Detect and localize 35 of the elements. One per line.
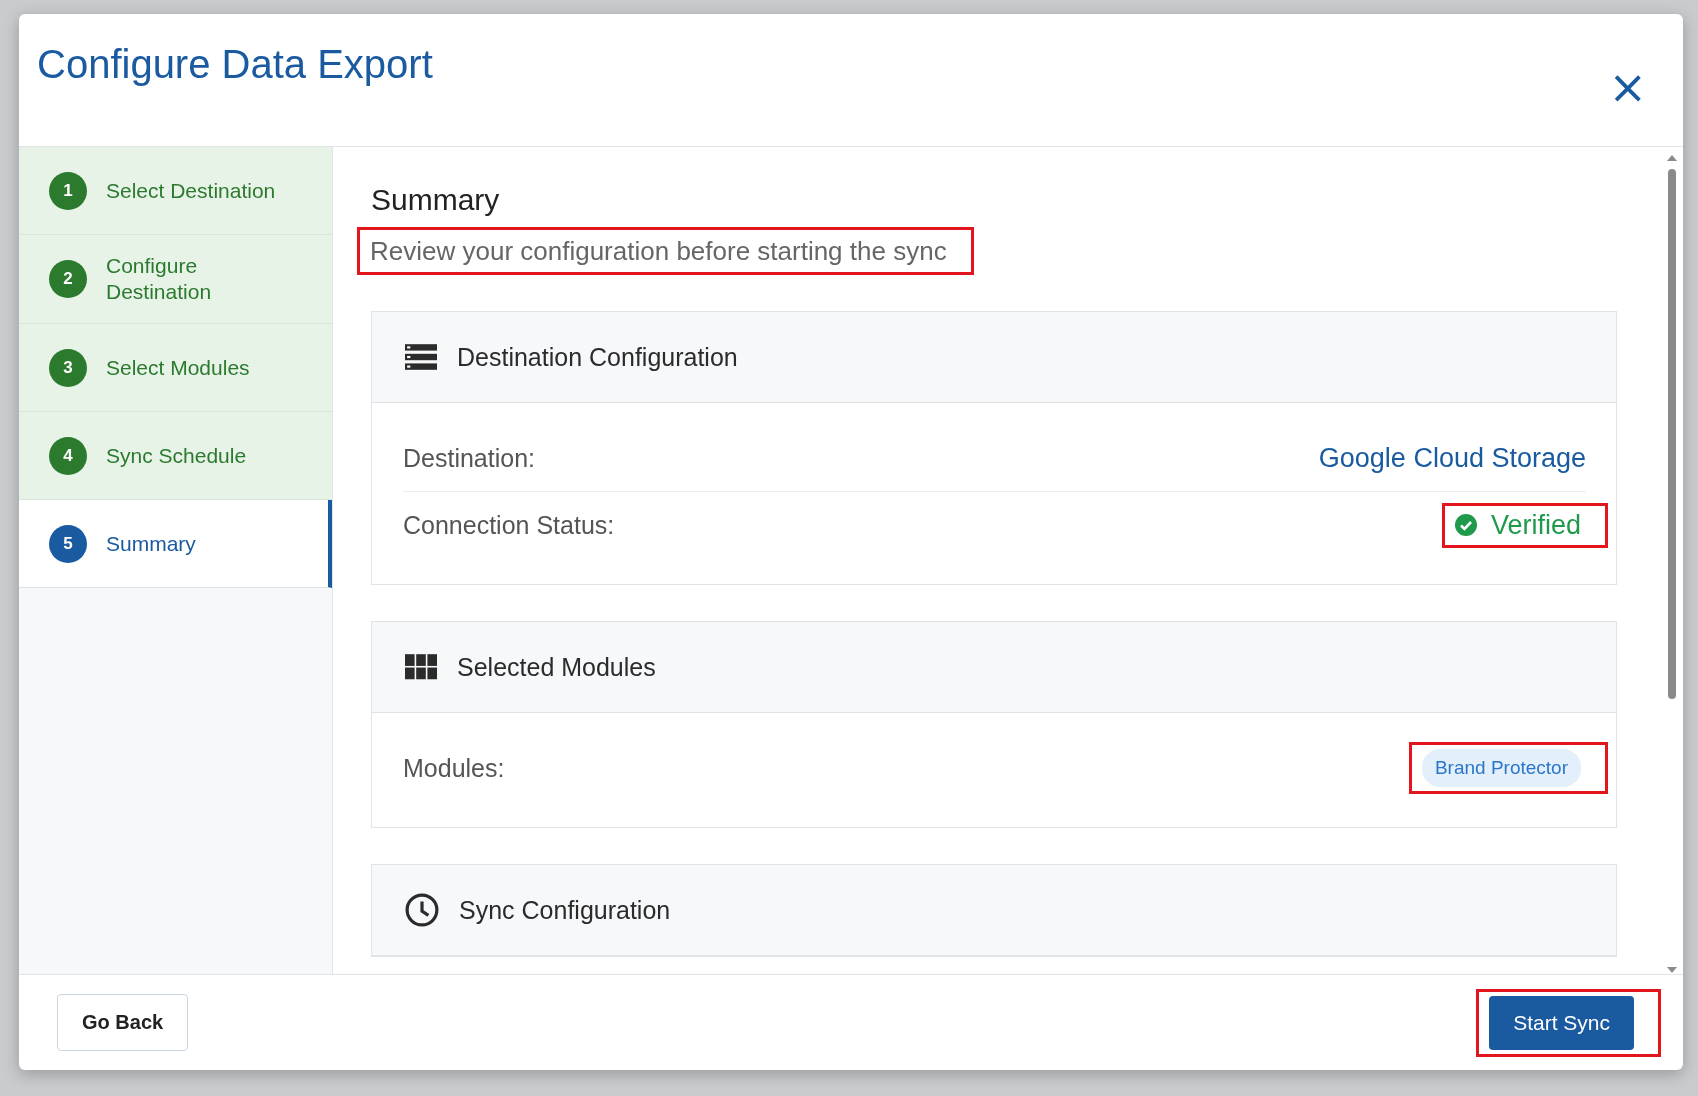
step-item[interactable]: 3 Select Modules	[19, 324, 332, 412]
card-title: Destination Configuration	[457, 342, 738, 372]
step-item[interactable]: 1 Select Destination	[19, 147, 332, 235]
status-text: Verified	[1490, 509, 1581, 541]
card-title: Sync Configuration	[459, 895, 671, 925]
start-sync-button[interactable]: Start Sync	[1489, 995, 1634, 1050]
step-number: 1	[49, 171, 87, 210]
step-number: 3	[49, 348, 87, 387]
destination-link[interactable]: Google Cloud Storage	[1318, 442, 1586, 474]
step-label: Select Modules	[106, 354, 250, 381]
list-icon	[405, 344, 437, 370]
step-item[interactable]: 4 Sync Schedule	[19, 412, 332, 500]
scrollbar[interactable]	[1665, 153, 1679, 974]
dialog-title: Configure Data Export	[37, 42, 433, 87]
clock-icon	[405, 893, 439, 927]
step-item[interactable]: 5 Summary	[19, 500, 332, 588]
module-tag: Brand Protector	[1421, 749, 1581, 787]
card-title: Selected Modules	[457, 652, 656, 682]
close-button[interactable]: ×	[1602, 64, 1653, 110]
step-number: 2	[49, 260, 87, 298]
check-circle-icon	[1454, 514, 1477, 536]
step-label: Sync Schedule	[106, 442, 247, 469]
section-heading: Summary	[371, 183, 501, 217]
step-label: Configure Destination	[106, 253, 213, 305]
go-back-button[interactable]: Go Back	[57, 994, 189, 1051]
step-item[interactable]: 2 Configure Destination	[19, 235, 332, 324]
step-number: 5	[49, 524, 87, 563]
subtitle: Review your configuration before starting the sync	[370, 235, 947, 268]
field-label: Connection Status:	[403, 510, 615, 540]
grid-icon	[405, 654, 437, 680]
field-label: Destination:	[403, 443, 536, 473]
step-number: 4	[49, 436, 87, 475]
step-label: Select Destination	[106, 177, 276, 204]
step-label: Summary	[106, 530, 196, 557]
field-label: Modules:	[403, 753, 505, 783]
